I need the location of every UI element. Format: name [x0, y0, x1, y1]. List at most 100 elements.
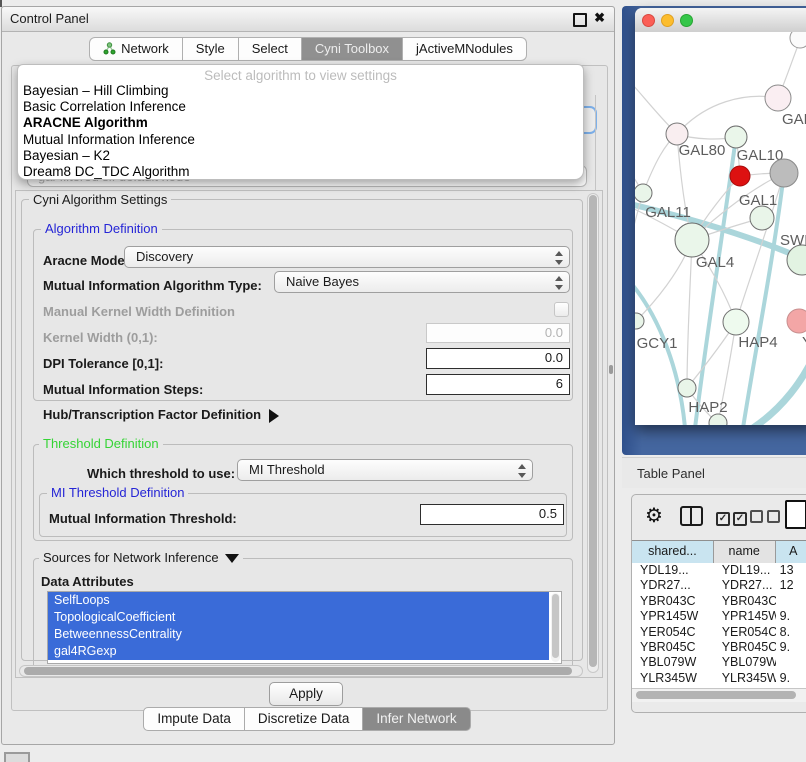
network-canvas[interactable]: GALGAL80GAL10GAL1GAL11SWI4GAL4GCY1HAP4YH… [635, 32, 806, 425]
bottom-left-icon[interactable] [4, 752, 30, 762]
tab-style[interactable]: Style [183, 37, 239, 61]
network-node-hap2[interactable] [678, 379, 696, 397]
network-node-gal1[interactable] [750, 206, 774, 230]
mi-threshold-label: Mutual Information Threshold: [49, 511, 237, 526]
network-node-gal4[interactable] [675, 223, 709, 257]
mi-steps-label: Mutual Information Steps: [43, 382, 203, 397]
network-edge[interactable] [753, 354, 806, 425]
attribute-list-item[interactable]: TopologicalCoefficient [48, 609, 549, 626]
dropdown-prompt: Select algorithm to view settings [18, 65, 583, 83]
attribute-list-item[interactable]: BetweennessCentrality [48, 626, 549, 643]
tab-impute-data[interactable]: Impute Data [143, 707, 245, 731]
select-all-checks-icon[interactable]: ✓✓ [716, 509, 750, 526]
algorithm-option[interactable]: Bayesian – K2 [18, 148, 583, 164]
kernel-width-field[interactable]: 0.0 [426, 323, 570, 343]
table-cell: YPR145W [714, 609, 776, 624]
columns-icon[interactable] [680, 506, 703, 526]
table-cell: 12 [776, 578, 806, 593]
table-cell: YPR145W [632, 609, 714, 624]
column-header[interactable]: name [714, 541, 776, 563]
close-traffic-light[interactable] [642, 14, 655, 27]
table-row[interactable]: YLR345WYLR345W9. [632, 671, 806, 686]
mi-type-combo[interactable]: Naive Bayes [274, 271, 570, 293]
network-edge[interactable] [635, 282, 685, 425]
table-row[interactable]: YBL079WYBL079W [632, 655, 806, 670]
network-edge[interactable] [677, 96, 778, 134]
attribute-list-item[interactable]: gal4RGexp [48, 643, 549, 660]
combo-arrows-icon [554, 251, 563, 265]
table-cell: YER054C [714, 625, 776, 640]
table-row[interactable]: YER054CYER054C8. [632, 625, 806, 640]
zoom-traffic-light[interactable] [680, 14, 693, 27]
gear-icon[interactable]: ⚙ [645, 503, 663, 528]
table-row[interactable]: YDL19...YDL19...13 [632, 563, 806, 578]
float-window-icon[interactable] [573, 13, 587, 27]
algorithm-option[interactable]: Bayesian – Hill Climbing [18, 83, 583, 99]
algorithm-option[interactable]: Basic Correlation Inference [18, 99, 583, 115]
hub-definition-toggle[interactable]: Hub/Transcription Factor Definition [43, 407, 279, 423]
settings-horizontal-scrollbar[interactable] [19, 665, 583, 677]
table-cell: YER054C [632, 625, 714, 640]
aracne-mode-combo[interactable]: Discovery [124, 246, 570, 268]
algorithm-option[interactable]: ARACNE Algorithm [18, 115, 583, 131]
tab-jactivemnodules[interactable]: jActiveMNodules [403, 37, 527, 61]
network-node-hap4[interactable] [723, 309, 749, 335]
table-row[interactable]: YPR145WYPR145W9. [632, 609, 806, 624]
scrollbar-thumb[interactable] [24, 667, 572, 675]
data-attributes-list[interactable]: SelfLoopsTopologicalCoefficientBetweenne… [47, 591, 562, 664]
tab-cyni-toolbox[interactable]: Cyni Toolbox [302, 37, 403, 61]
apply-button[interactable]: Apply [269, 682, 343, 706]
settings-vertical-scrollbar[interactable] [587, 193, 599, 673]
mi-steps-field[interactable]: 6 [426, 374, 570, 395]
table-header-row: shared...nameA [632, 540, 806, 564]
new-table-icon[interactable] [785, 500, 806, 529]
sources-toggle[interactable]: Sources for Network Inference [39, 551, 243, 564]
table-cell: YLR345W [632, 671, 714, 686]
network-node[interactable] [730, 166, 750, 186]
tab-infer-network[interactable]: Infer Network [363, 707, 470, 731]
network-node[interactable] [790, 32, 806, 48]
column-header[interactable]: shared... [632, 541, 714, 563]
mi-threshold-field[interactable]: 0.5 [420, 504, 564, 525]
minimize-traffic-light[interactable] [661, 14, 674, 27]
close-icon[interactable]: ✖ [594, 10, 605, 26]
deselect-all-checks-icon[interactable] [750, 510, 784, 526]
network-edge[interactable] [695, 137, 736, 425]
manual-kernel-checkbox[interactable] [554, 302, 569, 317]
which-threshold-combo[interactable]: MI Threshold [237, 459, 533, 481]
network-node-gal10[interactable] [725, 126, 747, 148]
tab-discretize-data[interactable]: Discretize Data [245, 707, 364, 731]
network-node-gal11[interactable] [635, 184, 652, 202]
scrollbar-thumb[interactable] [636, 691, 796, 699]
scrollbar-thumb[interactable] [589, 195, 597, 667]
manual-kernel-label: Manual Kernel Width Definition [43, 304, 235, 319]
tab-network[interactable]: Network [89, 37, 183, 61]
data-attributes-label: Data Attributes [41, 574, 134, 589]
table-cell [776, 594, 806, 609]
network-node-label: Y [802, 334, 806, 351]
dpi-tolerance-field[interactable]: 0.0 [426, 348, 570, 369]
algorithm-option[interactable]: Dream8 DC_TDC Algorithm [18, 164, 583, 180]
table-horizontal-scrollbar[interactable] [632, 688, 806, 702]
list-vertical-scrollbar[interactable] [551, 593, 560, 662]
network-node-y[interactable] [787, 309, 806, 333]
scrollbar-thumb[interactable] [552, 594, 559, 658]
network-node-gcy1[interactable] [635, 313, 644, 329]
attribute-list-item[interactable]: SelfLoops [48, 592, 549, 609]
network-node-gal[interactable] [765, 85, 791, 111]
table-panel-header: Table Panel [622, 457, 806, 488]
algorithm-option[interactable]: Mutual Information Inference [18, 132, 583, 148]
threshold-definition-label: Threshold Definition [39, 437, 163, 450]
window-title: Control Panel [10, 11, 89, 26]
tab-select[interactable]: Select [239, 37, 302, 61]
column-header[interactable]: A [776, 541, 806, 563]
network-node[interactable] [770, 159, 798, 187]
network-node-swi4[interactable] [787, 245, 806, 275]
network-edge[interactable] [687, 240, 692, 388]
network-node-label: HAP2 [688, 399, 727, 416]
algorithm-dropdown-list: Select algorithm to view settings Bayesi… [17, 64, 584, 180]
table-row[interactable]: YBR043CYBR043C [632, 594, 806, 609]
panel-splitter-handle[interactable] [609, 365, 613, 374]
table-row[interactable]: YDR27...YDR27...12 [632, 578, 806, 593]
table-row[interactable]: YBR045CYBR045C9. [632, 640, 806, 655]
